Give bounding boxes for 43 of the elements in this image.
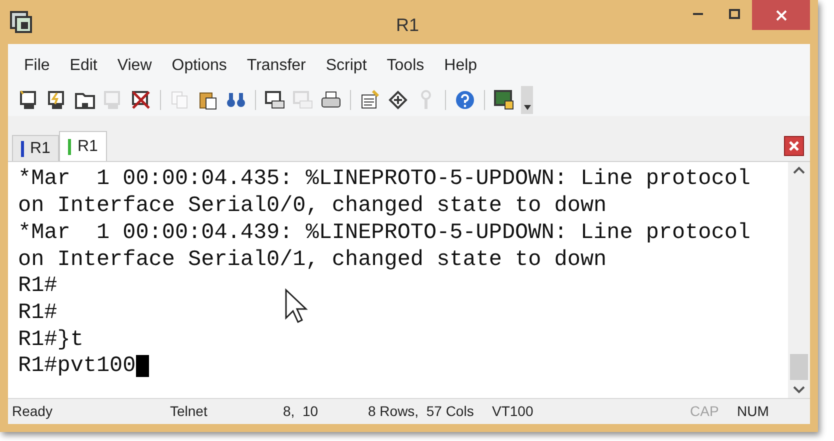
close-tab-button[interactable] [784,136,804,156]
status-text: 8, 10 [283,403,318,419]
status-text: Telnet [170,403,208,419]
session-tab[interactable]: R1 [59,131,107,161]
menu-item[interactable]: View [117,54,152,78]
minimize-icon [693,13,703,15]
menu-item[interactable]: Edit [70,54,98,78]
terminal-line: *Mar 1 00:00:04.435: %LINEPROTO-5-UPDOWN: Line protocol [18,168,750,190]
terminal-line: on Interface Serial0/0, changed state to down [18,195,607,217]
menu-item[interactable]: File [24,54,50,78]
status-text: Ready [12,403,52,419]
mouse-pointer-icon [284,288,308,324]
menu-item[interactable]: Script [326,54,367,78]
status-text: 8 Rows, 57 Cols [368,403,474,419]
close-icon [789,141,799,151]
terminal-line: *Mar 1 00:00:04.439: %LINEPROTO-5-UPDOWN: Line protocol [18,222,750,244]
printer-monitor-icon[interactable] [264,89,286,111]
toolbar-overflow-button[interactable] [521,86,533,114]
scrollbar[interactable] [788,162,810,398]
scroll-up-icon[interactable] [793,166,805,174]
scroll-down-icon[interactable] [793,386,805,394]
menu-item[interactable]: Transfer [246,54,306,78]
caret-icon [524,105,530,110]
window-title: R1 [396,14,420,37]
terminal-line: R1# [18,275,58,297]
terminal-line: R1#}t [18,328,84,350]
menu-item[interactable]: Options [172,54,227,78]
crossed-monitor-icon[interactable] [130,89,152,111]
status-text: VT100 [492,403,534,419]
terminal-line: R1# [18,302,58,324]
terminal-line: on Interface Serial0/1, changed state to down [18,248,607,270]
terminal-line: R1#pvt100 [18,355,136,378]
close-icon [776,10,786,20]
status-text: NUM [737,403,769,419]
menu-item[interactable]: Help [444,54,478,78]
close-button[interactable] [752,0,810,30]
help-icon[interactable] [454,89,476,111]
status-text: CAP [690,403,719,419]
menu-item[interactable]: Tools [386,54,424,78]
app-icon [10,11,32,33]
maximize-icon [728,9,740,19]
scrollbar-thumb[interactable] [790,354,808,380]
session-tab[interactable]: R1 [12,135,60,161]
